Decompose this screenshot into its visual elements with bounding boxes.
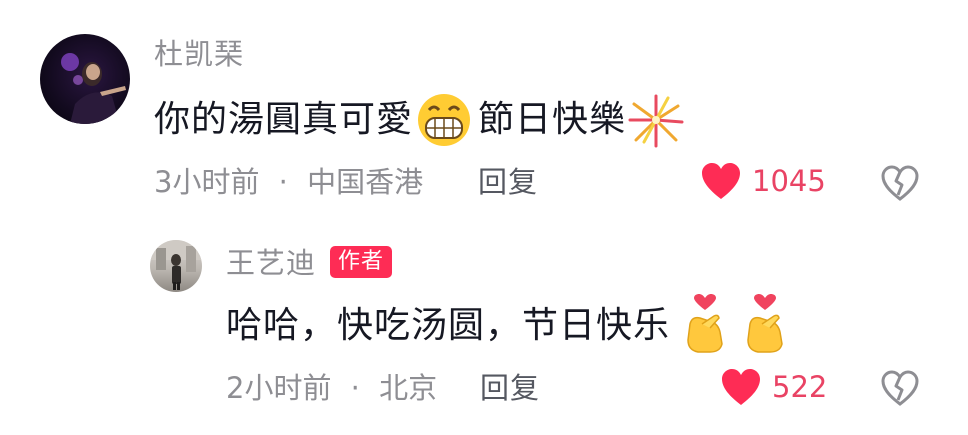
like-count: 1045 <box>752 163 826 198</box>
heart-hands-icon <box>747 294 783 353</box>
comment-username[interactable]: 杜凯琹 <box>154 40 244 69</box>
heart-hands-icon <box>687 294 723 353</box>
avatar[interactable] <box>40 34 130 124</box>
comment-time: 3小时前 <box>154 165 260 199</box>
reply-avatar[interactable] <box>150 240 202 292</box>
dislike-button[interactable] <box>880 165 920 201</box>
heart-icon <box>702 163 740 199</box>
reply-dislike-button[interactable] <box>880 370 920 406</box>
comment-meta: 3小时前 · 中国香港 <box>154 168 423 197</box>
reply-time: 2小时前 <box>226 371 332 405</box>
reply-like-count: 522 <box>772 369 828 404</box>
reply-reply-button[interactable]: 回复 <box>480 374 540 403</box>
reply-location: 北京 <box>379 371 438 405</box>
heart-icon <box>722 369 760 405</box>
meta-separator: · <box>350 371 360 405</box>
comment-text: 你的湯圓真可愛 <box>154 102 413 138</box>
reply-meta: 2小时前 · 北京 <box>226 374 437 403</box>
reply-avatar-photo <box>150 240 202 290</box>
fireworks-icon <box>628 94 684 148</box>
grinning-face-icon <box>418 94 470 146</box>
reply-button[interactable]: 回复 <box>478 168 538 197</box>
reply-text: 哈哈，快吃汤圆，节日快乐 <box>226 305 671 346</box>
comment-thread: 杜凯琹 你的湯圓真可愛 節日快樂 3小时前 · 中国香港 回复 1045 王艺迪… <box>0 0 968 435</box>
like-button[interactable]: 1045 <box>700 161 826 201</box>
comment-text-part1: 你的湯圓真可愛 <box>154 99 414 140</box>
reply-username[interactable]: 王艺迪 <box>226 249 316 278</box>
meta-separator: · <box>278 165 288 199</box>
reply-like-button[interactable]: 522 <box>720 367 827 407</box>
comment-location: 中国香港 <box>307 165 424 199</box>
comment-text-part2: 節日快樂 <box>478 99 627 140</box>
avatar-photo <box>61 53 126 124</box>
author-badge: 作者 <box>330 246 393 278</box>
